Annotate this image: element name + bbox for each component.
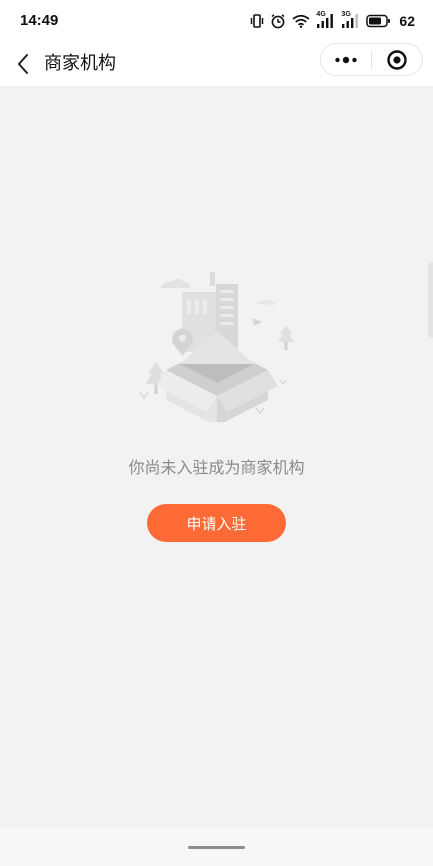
status-icons: 4G 3G 62: [250, 11, 415, 31]
target-circle-icon: [387, 49, 407, 70]
more-button[interactable]: [321, 44, 371, 75]
signal-4g-icon: 4G: [316, 11, 335, 29]
status-bar: 14:49 4G 3G 62: [0, 0, 433, 42]
signal-3g-icon: 3G: [341, 11, 360, 29]
status-time: 14:49: [20, 12, 59, 29]
empty-message: 你尚未入驻成为商家机构: [128, 458, 305, 477]
alarm-icon: [271, 14, 285, 29]
screen: 14:49 4G 3G 62 商家机构 你尚未入驻成为商家机构 申请入驻: [0, 0, 433, 866]
nav-bar: 商家机构: [0, 42, 433, 86]
close-button[interactable]: [372, 44, 422, 75]
page-title: 商家机构: [44, 53, 116, 74]
vibrate-icon: [251, 14, 264, 28]
back-button[interactable]: [8, 48, 38, 80]
chevron-left-icon: [18, 54, 28, 74]
apply-join-button[interactable]: 申请入驻: [147, 504, 286, 542]
home-indicator[interactable]: [188, 846, 245, 849]
battery-icon: [366, 14, 391, 28]
more-dots-icon: [335, 56, 357, 63]
bottom-gesture-bar: [0, 828, 433, 866]
content-area: 你尚未入驻成为商家机构 申请入驻: [0, 86, 433, 828]
battery-level: 62: [399, 13, 415, 29]
mini-program-capsule: [320, 43, 423, 76]
empty-box-illustration: [139, 272, 294, 422]
side-drawer-handle[interactable]: [428, 262, 433, 338]
wifi-icon: [292, 14, 310, 28]
